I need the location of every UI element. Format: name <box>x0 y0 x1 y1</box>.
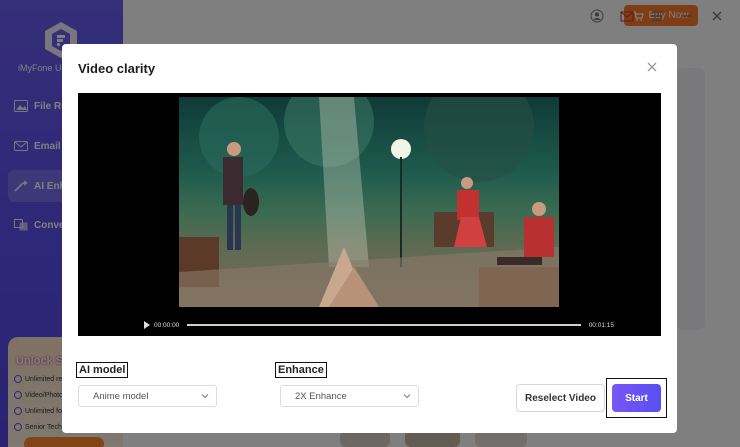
reselect-video-button[interactable]: Reselect Video <box>516 384 605 412</box>
ai-model-label: AI model <box>76 362 129 378</box>
ai-model-select[interactable]: Anime model <box>78 385 217 407</box>
ai-model-value: Anime model <box>93 390 149 402</box>
dialog-title: Video clarity <box>78 61 156 76</box>
video-frame <box>179 97 559 307</box>
video-progress-bar[interactable] <box>187 324 581 326</box>
video-clarity-dialog: Video clarity 00:00:00 00:01:15 AI model… <box>62 44 677 433</box>
enhance-label: Enhance <box>275 362 327 378</box>
total-time: 00:01:15 <box>588 321 614 329</box>
video-scene-image <box>179 97 559 307</box>
enhance-value: 2X Enhance <box>295 390 347 402</box>
video-player[interactable]: 00:00:00 00:01:15 <box>78 93 661 336</box>
play-icon[interactable] <box>144 321 150 329</box>
video-controls: 00:00:00 00:01:15 <box>144 319 614 331</box>
start-button[interactable]: Start <box>612 384 661 412</box>
start-button-frame: Start <box>606 378 667 418</box>
current-time: 00:00:00 <box>154 321 180 329</box>
enhance-select[interactable]: 2X Enhance <box>280 385 419 407</box>
close-icon[interactable] <box>645 60 659 74</box>
chevron-down-icon <box>403 394 411 399</box>
chevron-down-icon <box>201 394 209 399</box>
